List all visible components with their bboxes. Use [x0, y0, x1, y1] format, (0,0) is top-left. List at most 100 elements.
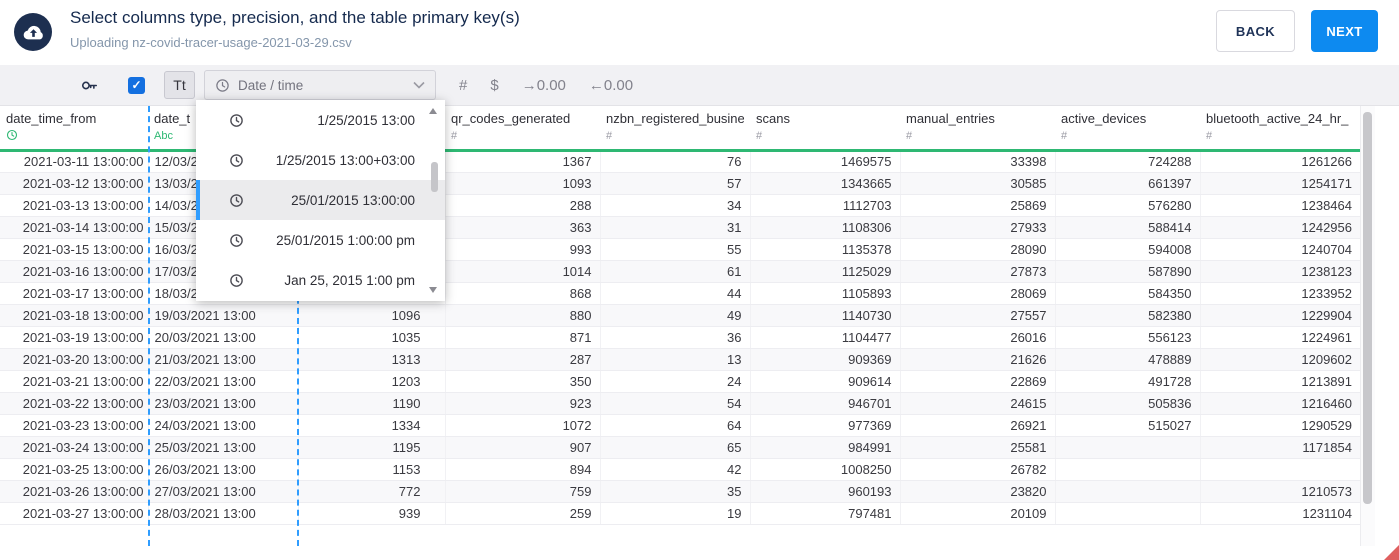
column-header[interactable]: active_devices # — [1055, 106, 1200, 152]
table-cell: 1216460 — [1200, 392, 1360, 415]
primary-key-icon[interactable] — [80, 76, 99, 95]
table-cell: 2021-03-21 13:00:00 — [0, 370, 149, 393]
table-cell: 868 — [445, 282, 601, 305]
table-cell: 797481 — [750, 502, 901, 525]
table-cell: 587890 — [1055, 260, 1201, 283]
table-cell: 1153 — [298, 458, 446, 481]
column-type-indicator: # — [1061, 130, 1068, 142]
column-name: qr_codes_generated — [451, 111, 571, 126]
table-cell: 25/03/2021 13:00 — [148, 436, 299, 459]
format-option[interactable]: 1/25/2015 13:00+03:00 — [196, 140, 445, 180]
table-cell: 1140730 — [750, 304, 901, 327]
table-cell: 1313 — [298, 348, 446, 371]
table-cell: 2021-03-27 13:00:00 — [0, 502, 149, 525]
table-cell: 259 — [445, 502, 601, 525]
table-cell: 759 — [445, 480, 601, 503]
integer-type-button[interactable]: # — [459, 77, 467, 94]
table-cell: 1014 — [445, 260, 601, 283]
table-cell: 21/03/2021 13:00 — [148, 348, 299, 371]
dropdown-scroll-down-icon[interactable] — [429, 287, 437, 293]
table-cell: 22869 — [900, 370, 1056, 393]
table-cell: 1105893 — [750, 282, 901, 305]
table-row: 2021-03-23 13:00:00 24/03/2021 13:00 1334 1… — [0, 414, 1360, 437]
column-type — [6, 129, 142, 143]
table-cell: 977369 — [750, 414, 901, 437]
table-cell — [1055, 436, 1201, 459]
table-cell: 556123 — [1055, 326, 1201, 349]
table-cell: 880 — [445, 304, 601, 327]
table-cell: 1229904 — [1200, 304, 1360, 327]
table-cell: 2021-03-23 13:00:00 — [0, 414, 149, 437]
table-cell: 939 — [298, 502, 446, 525]
next-button[interactable]: NEXT — [1311, 10, 1378, 52]
increase-decimal-button[interactable]: →0.00 — [522, 77, 566, 94]
table-cell: 26782 — [900, 458, 1056, 481]
format-option-label: Jan 25, 2015 1:00 pm — [284, 272, 415, 288]
include-column-checkbox[interactable]: ✓ — [128, 76, 145, 94]
table-cell: 288 — [445, 194, 601, 217]
table-cell: 36 — [600, 326, 751, 349]
table-cell: 907 — [445, 436, 601, 459]
date-format-dropdown: 1/25/2015 13:00 1/25/2015 13:00+03:00 25/0… — [196, 100, 445, 301]
table-cell: 2021-03-24 13:00:00 — [0, 436, 149, 459]
table-cell: 28090 — [900, 238, 1056, 261]
format-option[interactable]: 25/01/2015 13:00:00 — [196, 180, 445, 220]
format-option[interactable]: 1/25/2015 13:00 — [196, 100, 445, 140]
table-cell: 24 — [600, 370, 751, 393]
vertical-scrollbar-thumb[interactable] — [1363, 112, 1372, 504]
column-header[interactable]: date_time_from — [0, 106, 148, 152]
column-header[interactable]: nzbn_registered_busine # — [600, 106, 750, 152]
table-cell: 772 — [298, 480, 446, 503]
table-cell: 2021-03-25 13:00:00 — [0, 458, 149, 481]
table-cell: 49 — [600, 304, 751, 327]
dropdown-scroll-up-icon[interactable] — [429, 108, 437, 114]
currency-type-button[interactable]: $ — [490, 77, 498, 94]
table-cell: 1469575 — [750, 150, 901, 173]
text-type-button[interactable]: Tt — [164, 71, 195, 99]
dropdown-scrollbar-thumb[interactable] — [431, 162, 438, 192]
table-cell: 1035 — [298, 326, 446, 349]
table-cell: 35 — [600, 480, 751, 503]
table-cell: 1195 — [298, 436, 446, 459]
table-cell — [1200, 458, 1360, 481]
column-header[interactable]: manual_entries # — [900, 106, 1055, 152]
table-cell: 1108306 — [750, 216, 901, 239]
table-cell: 30585 — [900, 172, 1056, 195]
table-cell: 1290529 — [1200, 414, 1360, 437]
clock-icon — [6, 129, 18, 141]
table-cell: 1213891 — [1200, 370, 1360, 393]
column-type-indicator: # — [606, 130, 613, 142]
column-header[interactable]: scans # — [750, 106, 900, 152]
table-cell: 363 — [445, 216, 601, 239]
table-cell: 287 — [445, 348, 601, 371]
format-option[interactable]: 25/01/2015 1:00:00 pm — [196, 220, 445, 260]
table-cell: 27873 — [900, 260, 1056, 283]
column-name: nzbn_registered_busine — [606, 111, 744, 126]
table-cell: 478889 — [1055, 348, 1201, 371]
table-cell: 27933 — [900, 216, 1056, 239]
clock-icon — [230, 193, 243, 207]
type-select[interactable]: Date / time — [204, 70, 436, 100]
table-cell: 1171854 — [1200, 436, 1360, 459]
check-icon: ✓ — [131, 78, 142, 92]
table-cell: 57 — [600, 172, 751, 195]
column-type: # — [756, 129, 894, 143]
table-cell: 2021-03-18 13:00:00 — [0, 304, 149, 327]
table-cell: 19/03/2021 13:00 — [148, 304, 299, 327]
table-cell: 584350 — [1055, 282, 1201, 305]
page-title: Select columns type, precision, and the … — [70, 8, 520, 27]
table-cell: 1190 — [298, 392, 446, 415]
table-cell: 20109 — [900, 502, 1056, 525]
table-cell: 909369 — [750, 348, 901, 371]
column-header[interactable]: bluetooth_active_24_hr_ # — [1200, 106, 1360, 152]
back-button[interactable]: BACK — [1216, 10, 1295, 52]
table-row: 2021-03-27 13:00:00 28/03/2021 13:00 939 25… — [0, 502, 1360, 525]
table-cell: 26016 — [900, 326, 1056, 349]
decrease-decimal-button[interactable]: ←0.00 — [589, 77, 633, 94]
format-option[interactable]: Jan 25, 2015 1:00 pm — [196, 260, 445, 300]
column-name: scans — [756, 111, 790, 126]
column-header[interactable]: qr_codes_generated # — [445, 106, 600, 152]
table-cell: 909614 — [750, 370, 901, 393]
column-type: # — [906, 129, 1049, 143]
table-cell: 24615 — [900, 392, 1056, 415]
